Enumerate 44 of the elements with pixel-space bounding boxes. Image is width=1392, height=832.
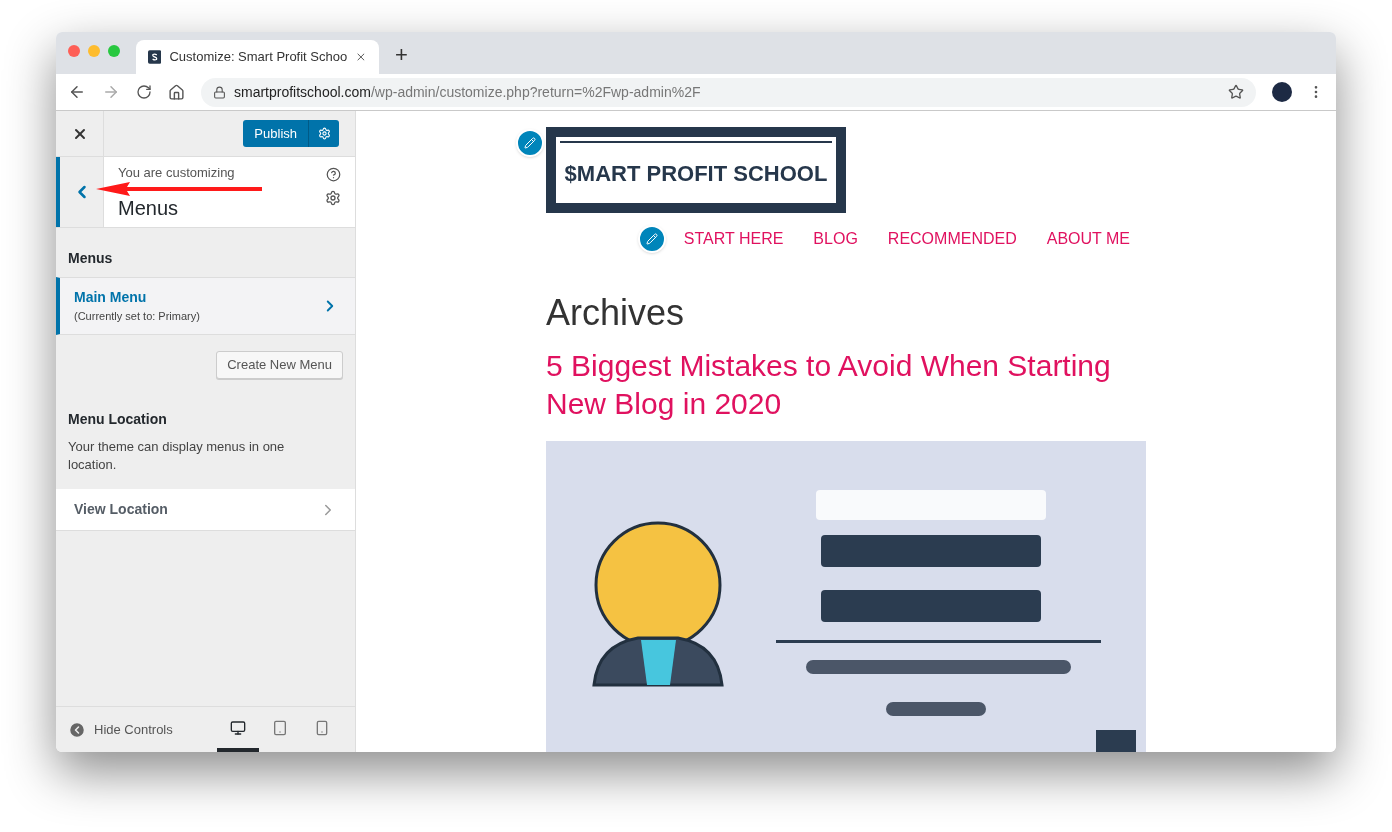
profile-avatar[interactable] — [1272, 82, 1292, 102]
publish-button[interactable]: Publish — [243, 120, 309, 147]
site-favicon — [148, 49, 162, 65]
tab-title: Customize: Smart Profit Schoo — [169, 48, 348, 67]
url-host: smartprofitschool.com — [234, 82, 371, 102]
new-tab-button[interactable]: + — [395, 44, 408, 66]
settings-icon — [317, 127, 331, 140]
nav-link[interactable]: START HERE — [683, 227, 784, 251]
nav-link[interactable]: BLOG — [813, 227, 858, 251]
tablet-icon — [272, 719, 288, 736]
post-title[interactable]: 5 Biggest Mistakes to Avoid When Starting New Blog in 2020 — [546, 347, 1146, 423]
collapse-icon — [68, 720, 86, 739]
location-description: Your theme can display menus in one location. — [67, 438, 286, 474]
lock-icon — [213, 85, 226, 99]
desktop-icon — [230, 719, 246, 736]
reload-icon[interactable] — [136, 84, 152, 100]
publish-settings-button[interactable] — [309, 120, 339, 147]
site-logo[interactable]: $MART PROFIT SCHOOL — [546, 127, 846, 213]
browser-tab[interactable]: Customize: Smart Profit Schoo — [136, 40, 379, 74]
customizing-label: You are customizing — [118, 165, 236, 180]
pencil-icon — [524, 137, 536, 149]
url-path: /wp-admin/customize.php?return=%2Fwp-admin%2F — [370, 82, 701, 102]
menu-name: Main Menu — [74, 288, 148, 308]
home-icon[interactable] — [168, 83, 185, 101]
back-icon[interactable] — [68, 83, 86, 101]
archive-heading: Archives — [546, 291, 686, 335]
menu-item[interactable]: Main Menu (Currently set to: Primary) — [56, 277, 355, 335]
nav-link[interactable]: ABOUT ME — [1046, 227, 1130, 251]
edit-shortcut-button[interactable] — [516, 129, 544, 157]
location-heading: Menu Location — [67, 410, 168, 429]
mobile-icon — [314, 719, 330, 736]
address-field[interactable]: smartprofitschool.com/wp-admin/customize.php?return=%2Fwp-admin%2F — [201, 77, 1256, 107]
hide-controls-button[interactable]: Hide Controls — [68, 719, 173, 740]
bookmark-star-icon[interactable] — [1228, 84, 1244, 100]
help-icon[interactable] — [325, 167, 341, 182]
menu-note: (Currently set to: Primary) — [74, 309, 201, 325]
nav-link[interactable]: RECOMMENDED — [887, 227, 1017, 251]
edit-shortcut-button[interactable] — [637, 225, 666, 253]
pencil-icon — [645, 233, 658, 245]
view-location-button[interactable]: View Location — [56, 489, 355, 531]
settings-icon[interactable] — [325, 190, 341, 206]
panel-title: Menus — [118, 196, 180, 220]
create-menu-button[interactable]: Create New Menu — [216, 351, 343, 379]
section-heading: Menus — [67, 249, 114, 268]
